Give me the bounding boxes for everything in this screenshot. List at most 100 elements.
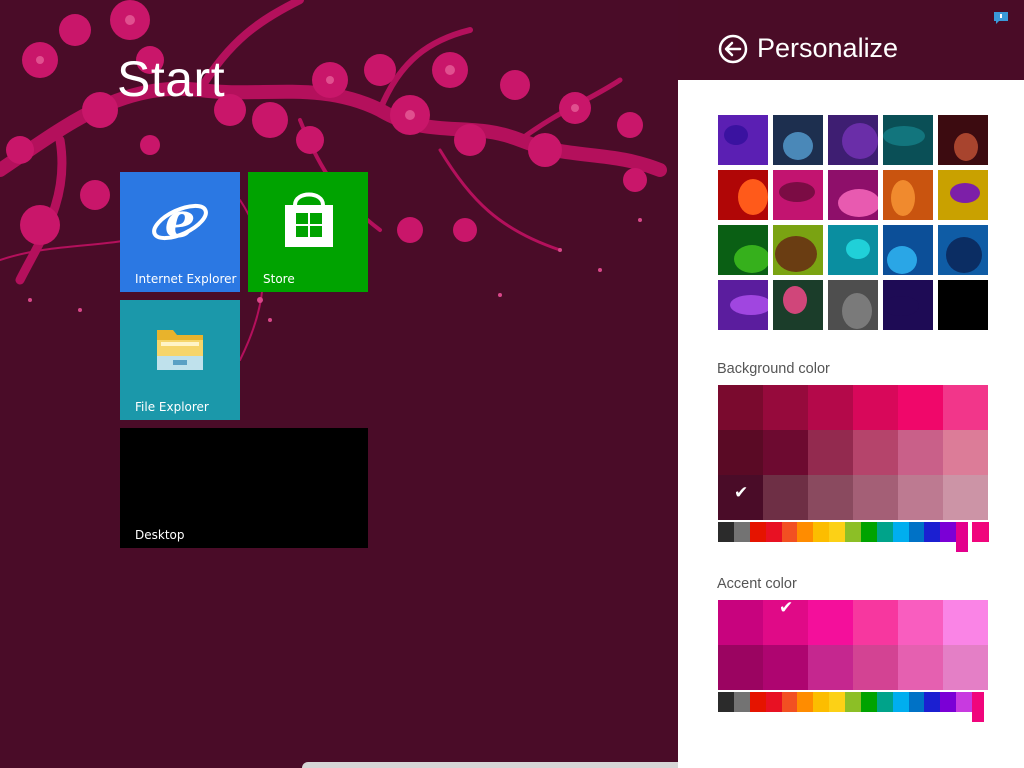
hue-segment[interactable] [908, 692, 926, 712]
hue-segment[interactable] [940, 692, 957, 712]
pattern-thumbnail[interactable] [718, 115, 768, 165]
color-swatch[interactable] [853, 600, 898, 645]
tile-desktop[interactable]: Desktop [120, 428, 368, 548]
hue-segment[interactable] [781, 522, 799, 542]
hue-segment[interactable] [829, 522, 846, 542]
color-swatch[interactable] [853, 645, 898, 690]
hue-segment[interactable] [765, 692, 783, 712]
color-swatch[interactable] [898, 430, 943, 475]
hue-segment[interactable] [845, 522, 862, 542]
pattern-thumbnail[interactable] [773, 280, 823, 330]
hue-segment[interactable] [892, 522, 910, 542]
pattern-art [775, 236, 817, 272]
color-swatch[interactable] [853, 385, 898, 430]
back-arrow-icon[interactable] [718, 34, 748, 64]
hue-segment[interactable] [876, 692, 894, 712]
color-swatch[interactable]: ✔ [718, 475, 763, 520]
hue-segment[interactable] [781, 692, 799, 712]
tile-file-explorer[interactable]: File Explorer [120, 300, 240, 420]
hue-slider-thumb[interactable] [972, 692, 985, 722]
pattern-thumbnail[interactable] [773, 170, 823, 220]
pattern-thumbnail[interactable] [828, 115, 878, 165]
hue-segment[interactable] [892, 692, 910, 712]
pattern-art [887, 246, 917, 274]
pattern-thumbnail[interactable] [938, 115, 988, 165]
pattern-thumbnail[interactable] [883, 115, 933, 165]
tile-label: Internet Explorer [135, 272, 237, 286]
hue-segment[interactable] [924, 522, 941, 542]
color-swatch[interactable] [853, 475, 898, 520]
color-swatch[interactable]: ✔ [763, 598, 808, 645]
color-swatch[interactable] [943, 430, 988, 475]
pattern-art [730, 295, 768, 315]
hue-segment[interactable] [749, 522, 767, 542]
hue-segment[interactable] [876, 522, 894, 542]
pattern-thumbnail[interactable] [773, 115, 823, 165]
notification-icon[interactable] [994, 12, 1008, 24]
hue-segment[interactable] [797, 522, 814, 542]
hue-segment[interactable] [718, 692, 735, 712]
tile-store[interactable]: Store [248, 172, 368, 292]
pattern-thumbnail[interactable] [828, 170, 878, 220]
hue-segment[interactable] [733, 522, 751, 542]
color-swatch[interactable] [808, 600, 853, 645]
background-color-label: Background color [717, 361, 830, 377]
color-swatch[interactable] [808, 475, 853, 520]
pattern-thumbnail[interactable] [883, 170, 933, 220]
hue-slider-thumb[interactable] [972, 522, 989, 542]
internet-explorer-icon: e [152, 193, 208, 249]
pattern-art [783, 286, 807, 314]
hue-segment[interactable] [718, 522, 735, 542]
pattern-thumbnail[interactable] [828, 225, 878, 275]
color-swatch[interactable] [943, 385, 988, 430]
hue-segment[interactable] [733, 692, 751, 712]
pattern-thumbnail[interactable] [718, 170, 768, 220]
pattern-thumbnail[interactable] [883, 280, 933, 330]
hue-segment[interactable] [956, 522, 969, 552]
hue-segment[interactable] [797, 692, 814, 712]
color-swatch[interactable] [898, 385, 943, 430]
hue-segment[interactable] [908, 522, 926, 542]
hue-segment[interactable] [813, 692, 830, 712]
color-swatch[interactable] [898, 600, 943, 645]
color-swatch[interactable] [808, 385, 853, 430]
pattern-thumbnail[interactable] [938, 225, 988, 275]
pattern-thumbnail[interactable] [938, 170, 988, 220]
color-swatch[interactable] [898, 645, 943, 690]
color-swatch[interactable] [763, 430, 808, 475]
color-swatch[interactable] [943, 600, 988, 645]
color-swatch[interactable] [898, 475, 943, 520]
pattern-art [883, 126, 925, 146]
scrollbar[interactable] [302, 762, 678, 768]
pattern-thumbnail[interactable] [938, 280, 988, 330]
color-swatch[interactable] [718, 430, 763, 475]
pattern-thumbnail[interactable] [718, 280, 768, 330]
tile-internet-explorer[interactable]: e Internet Explorer [120, 172, 240, 292]
color-swatch[interactable] [763, 645, 808, 690]
hue-segment[interactable] [765, 522, 783, 542]
pattern-thumbnail[interactable] [718, 225, 768, 275]
pattern-thumbnail[interactable] [883, 225, 933, 275]
pattern-art [942, 287, 984, 315]
color-swatch[interactable] [853, 430, 898, 475]
color-swatch[interactable] [943, 645, 988, 690]
color-swatch[interactable] [718, 385, 763, 430]
hue-segment[interactable] [813, 522, 830, 542]
hue-segment[interactable] [749, 692, 767, 712]
hue-segment[interactable] [956, 692, 973, 712]
color-swatch[interactable] [718, 600, 763, 645]
color-swatch[interactable] [808, 645, 853, 690]
hue-segment[interactable] [924, 692, 941, 712]
color-swatch[interactable] [763, 475, 808, 520]
color-swatch[interactable] [808, 430, 853, 475]
hue-segment[interactable] [845, 692, 862, 712]
hue-segment[interactable] [860, 522, 878, 542]
color-swatch[interactable] [763, 385, 808, 430]
color-swatch[interactable] [943, 475, 988, 520]
hue-segment[interactable] [940, 522, 957, 542]
hue-segment[interactable] [860, 692, 878, 712]
pattern-thumbnail[interactable] [828, 280, 878, 330]
color-swatch[interactable] [718, 645, 763, 690]
pattern-thumbnail[interactable] [773, 225, 823, 275]
hue-segment[interactable] [829, 692, 846, 712]
